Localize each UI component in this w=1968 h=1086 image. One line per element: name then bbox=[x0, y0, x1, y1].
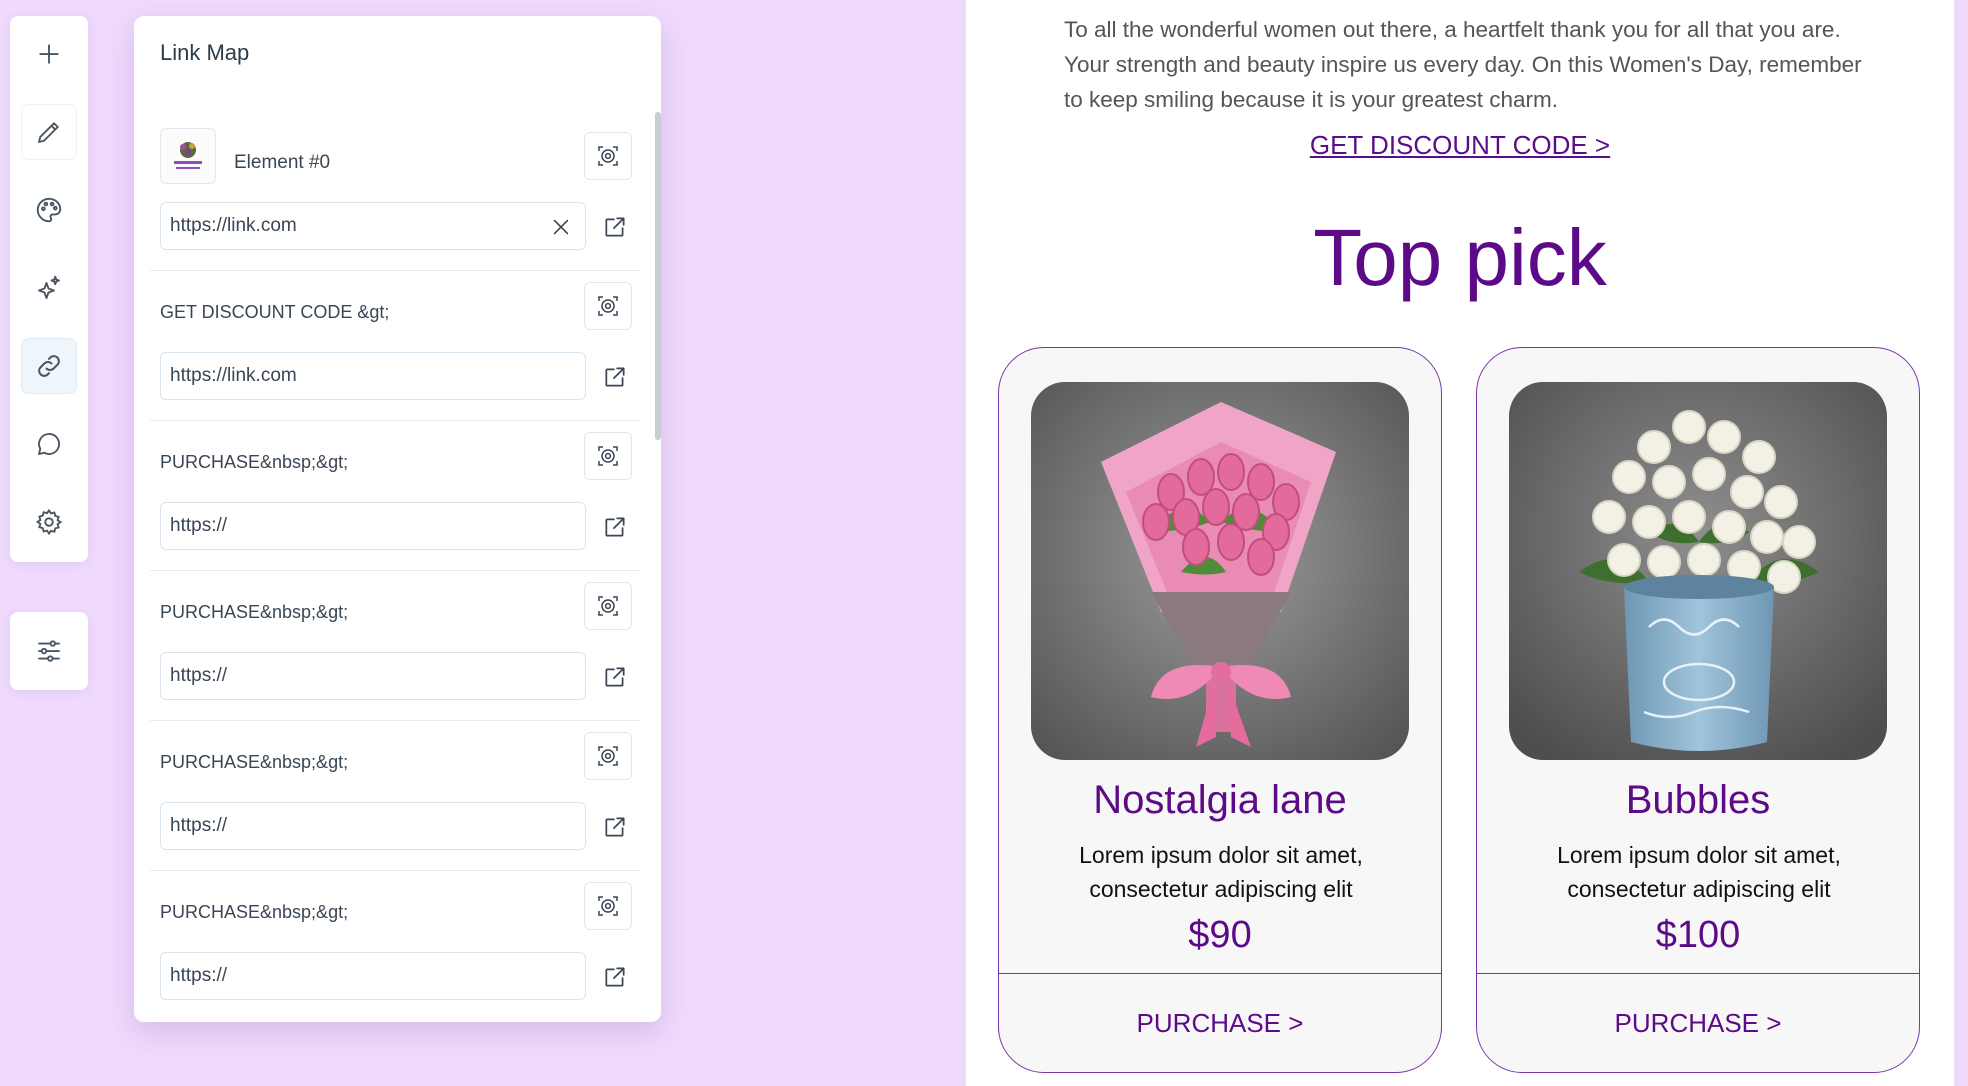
url-field[interactable] bbox=[160, 502, 586, 550]
locate-element-button[interactable] bbox=[584, 282, 632, 330]
links-button[interactable] bbox=[21, 338, 77, 394]
pink-tulip-bouquet-image bbox=[1031, 382, 1409, 760]
target-icon bbox=[598, 896, 618, 916]
locate-element-button[interactable] bbox=[584, 432, 632, 480]
palette-icon bbox=[36, 197, 62, 223]
link-label: Element #0 bbox=[234, 152, 331, 173]
settings-button[interactable] bbox=[21, 494, 77, 550]
intro-paragraph: To all the wonderful women out there, a … bbox=[1064, 17, 1862, 112]
product-image[interactable] bbox=[1031, 382, 1409, 760]
link-label: GET DISCOUNT CODE &gt; bbox=[160, 302, 390, 322]
external-link-icon[interactable] bbox=[602, 214, 628, 240]
product-card: Bubbles Lorem ipsum dolor sit amet, cons… bbox=[1476, 347, 1920, 1073]
link-icon bbox=[38, 355, 60, 377]
edit-button[interactable] bbox=[21, 104, 77, 160]
locate-element-button[interactable] bbox=[584, 882, 632, 930]
link-label: PURCHASE&nbsp;&gt; bbox=[160, 602, 349, 622]
link-row: PURCHASE&nbsp;&gt; bbox=[150, 420, 640, 571]
gear-icon bbox=[35, 508, 63, 536]
url-field[interactable] bbox=[160, 202, 586, 250]
link-row: GET DISCOUNT CODE &gt; bbox=[150, 270, 640, 421]
card-divider bbox=[1477, 973, 1919, 974]
discount-link-wrapper: GET DISCOUNT CODE > bbox=[966, 130, 1954, 161]
product-card: Nostalgia lane Lorem ipsum dolor sit ame… bbox=[998, 347, 1442, 1073]
panel-title: Link Map bbox=[160, 40, 250, 65]
sparkles-icon bbox=[38, 275, 60, 299]
external-link-icon[interactable] bbox=[602, 664, 628, 690]
section-title: Top pick bbox=[1313, 213, 1607, 302]
link-row: PURCHASE&nbsp;&gt; bbox=[150, 720, 640, 871]
ai-button[interactable] bbox=[21, 260, 77, 316]
panel-scrollbar[interactable] bbox=[655, 112, 661, 440]
add-button[interactable] bbox=[21, 26, 77, 82]
comments-button[interactable] bbox=[21, 416, 77, 472]
product-name: Nostalgia lane bbox=[1093, 778, 1347, 822]
url-field[interactable] bbox=[160, 652, 586, 700]
product-price: $90 bbox=[1188, 914, 1252, 956]
url-field[interactable] bbox=[160, 802, 586, 850]
bouquet-thumbnail-icon bbox=[174, 142, 202, 169]
link-row: PURCHASE&nbsp;&gt; bbox=[150, 870, 640, 1020]
locate-element-button[interactable] bbox=[584, 132, 632, 180]
url-field[interactable] bbox=[160, 352, 586, 400]
purchase-button[interactable]: PURCHASE > bbox=[999, 1008, 1441, 1039]
locate-element-button[interactable] bbox=[584, 732, 632, 780]
adjustments-button[interactable] bbox=[21, 623, 77, 679]
product-name: Bubbles bbox=[1625, 778, 1771, 822]
link-row: PURCHASE&nbsp;&gt; bbox=[150, 570, 640, 721]
plus-icon bbox=[39, 44, 59, 64]
product-description: Lorem ipsum dolor sit amet, consectetur … bbox=[1079, 842, 1363, 902]
product-image[interactable] bbox=[1509, 382, 1887, 760]
adjustments-rail bbox=[10, 612, 88, 690]
link-row: Element #0 bbox=[150, 120, 640, 271]
external-link-icon[interactable] bbox=[602, 514, 628, 540]
discount-code-link[interactable]: GET DISCOUNT CODE > bbox=[1310, 130, 1610, 160]
chat-bubble-icon bbox=[38, 433, 61, 455]
product-price: $100 bbox=[1655, 914, 1741, 956]
link-label: PURCHASE&nbsp;&gt; bbox=[160, 902, 349, 922]
sliders-icon bbox=[38, 640, 60, 662]
close-icon[interactable] bbox=[550, 216, 572, 238]
pencil-icon bbox=[38, 122, 59, 143]
target-icon bbox=[598, 746, 618, 766]
product-description: Lorem ipsum dolor sit amet, consectetur … bbox=[1557, 842, 1841, 902]
external-link-icon[interactable] bbox=[602, 814, 628, 840]
url-field[interactable] bbox=[160, 952, 586, 1000]
link-label: PURCHASE&nbsp;&gt; bbox=[160, 752, 349, 772]
email-canvas: To all the wonderful women out there, a … bbox=[966, 0, 1954, 1086]
link-map-panel: Link Map Element #0 GET DISCOUNT CODE &g… bbox=[134, 16, 661, 1022]
target-icon bbox=[598, 596, 618, 616]
white-roses-in-blue-vase-image bbox=[1509, 382, 1887, 760]
locate-element-button[interactable] bbox=[584, 582, 632, 630]
link-label: PURCHASE&nbsp;&gt; bbox=[160, 452, 349, 472]
purchase-button[interactable]: PURCHASE > bbox=[1477, 1008, 1919, 1039]
target-icon bbox=[598, 296, 618, 316]
external-link-icon[interactable] bbox=[602, 364, 628, 390]
element-thumbnail bbox=[160, 128, 216, 184]
external-link-icon[interactable] bbox=[602, 964, 628, 990]
target-icon bbox=[598, 146, 618, 166]
target-icon bbox=[598, 446, 618, 466]
card-divider bbox=[999, 973, 1441, 974]
tool-rail bbox=[10, 16, 88, 562]
theme-button[interactable] bbox=[21, 182, 77, 238]
